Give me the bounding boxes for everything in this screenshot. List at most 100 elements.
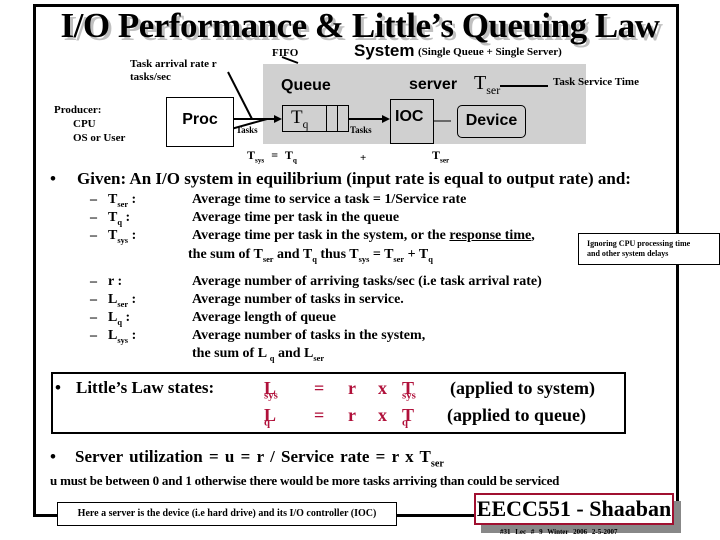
eq-part: + T (404, 247, 429, 262)
dash: – (90, 328, 97, 343)
eq-equals: = (314, 405, 325, 425)
eq-sub: q (428, 254, 433, 264)
utilization-text: Server utilization = u = r / Service rat… (75, 447, 431, 466)
server-definition-note: Here a server is the device (i.e hard dr… (57, 502, 397, 526)
symbol-main: T (108, 210, 118, 225)
eq-part: thus T (316, 247, 359, 262)
queue-slot-divider (326, 106, 327, 131)
colon: : (128, 328, 137, 343)
tq-subscript: q (302, 118, 309, 131)
eq-r: r (348, 405, 356, 425)
eq-equals: = (271, 148, 279, 162)
lhs-symbol: L (264, 378, 277, 398)
eq-tser-symbol: T (432, 148, 441, 162)
eq-lhs: Lq (264, 405, 276, 429)
tasks-label-output: Tasks (350, 125, 372, 135)
tasks-label-input: Tasks (236, 125, 258, 135)
proc-box: Proc (166, 97, 234, 147)
symbol-main: T (108, 228, 118, 243)
server-utilization: • Server utilization = u = r / Service ra… (50, 447, 444, 469)
colon: : (128, 192, 137, 207)
definition-text: Average number of tasks in service. (192, 292, 404, 307)
eq-tq: T (284, 148, 293, 162)
eq-part: the sum of T (188, 247, 263, 262)
ioc-box: IOC (390, 99, 434, 144)
dash: – (90, 192, 97, 207)
note-line-1: Ignoring CPU processing time (587, 239, 691, 248)
definition-text: Average length of queue (192, 310, 336, 325)
eq-sub: ser (262, 254, 274, 264)
symbol-main: L (108, 328, 118, 343)
definition-text: Average time per task in the queue (192, 210, 400, 225)
utilization-constraint: u must be between 0 and 1 otherwise ther… (50, 473, 560, 488)
eq-part: and L (274, 346, 314, 361)
littles-law-title: Little’s Law states: (76, 378, 215, 397)
dash: – (90, 274, 97, 289)
arrow-head-icon (274, 115, 282, 123)
dash: – (90, 228, 97, 243)
fifo-pointer-line (281, 56, 299, 64)
tser-subscript: ser (486, 83, 501, 97)
eq-note: (applied to queue) (447, 405, 587, 425)
symbol-main: L (108, 292, 118, 307)
bullet: • (50, 169, 56, 188)
eq-times: x (378, 405, 387, 425)
given-text: Given: An I/O system in equilibrium (inp… (77, 169, 631, 188)
symbol-main: L (108, 310, 118, 325)
eq-note: (applied to system) (450, 378, 595, 398)
eq-part: the sum of L (192, 346, 270, 361)
colon: : (128, 228, 137, 243)
eq-tser-sub: ser (440, 156, 450, 165)
tq-symbol: T (291, 107, 303, 128)
server-label: server (409, 76, 458, 93)
arrow-head-icon (382, 115, 390, 123)
eq-tser: Tser (432, 148, 449, 164)
colon: : (128, 292, 137, 307)
eq-part: and T (273, 247, 313, 262)
t-symbol: T (402, 405, 415, 425)
symbol-sub: ser (117, 199, 129, 209)
definition-text-part: Average time per task in the system, or … (192, 228, 450, 243)
symbol: r : (108, 273, 122, 291)
lhs-symbol: L (264, 405, 277, 425)
definition-text-part: , (531, 228, 535, 243)
eq-lhs: Lsys (264, 378, 278, 402)
sum-equation: the sum of L q and Lser (192, 345, 324, 368)
eq-tq-sub: q (292, 156, 297, 165)
dash: – (90, 210, 97, 225)
symbol-sub: ser (117, 299, 129, 309)
definition-text: Average time to service a task = 1/Servi… (192, 192, 467, 207)
definition-text: Average time per task in the system, or … (192, 227, 535, 245)
note-line-2: and other system delays (587, 249, 669, 258)
definition-text: Average number of arriving tasks/sec (i.… (192, 274, 542, 289)
symbol: Lsys : (108, 327, 136, 350)
tser-label: Tser (474, 72, 500, 98)
bullet: • (55, 378, 61, 397)
device-box: Device (457, 105, 526, 138)
eq-t: Tq (402, 405, 414, 429)
colon: : (113, 274, 123, 289)
given-statement: • Given: An I/O system in equilibrium (in… (50, 169, 631, 189)
eq-part: = T (369, 247, 394, 262)
sum-equation: the sum of Tser and Tq thus Tsys = Tser … (188, 246, 433, 269)
symbol-sub: sys (117, 335, 129, 345)
eq-tsys-sub: sys (255, 156, 265, 165)
course-badge: EECC551 - Shaaban (474, 493, 674, 525)
symbol-sub: sys (117, 235, 129, 245)
definition-text: Average number of tasks in the system, (192, 328, 426, 343)
colon: : (122, 210, 131, 225)
queue-box: Tq (282, 105, 349, 132)
service-time-label: Task Service Time (553, 76, 639, 88)
dash: – (90, 292, 97, 307)
queue-label: Queue (281, 77, 331, 94)
eq-t: Tsys (402, 378, 416, 402)
eq-r: r (348, 378, 356, 398)
eq-equals: = (314, 378, 325, 398)
tser-symbol: T (474, 72, 487, 94)
eq-times: x (378, 378, 387, 398)
symbol-main: T (108, 192, 118, 207)
eq-sub: ser (393, 254, 405, 264)
colon: : (122, 310, 131, 325)
littles-law-label: • Little’s Law states: (55, 378, 214, 398)
bullet: • (50, 447, 56, 466)
